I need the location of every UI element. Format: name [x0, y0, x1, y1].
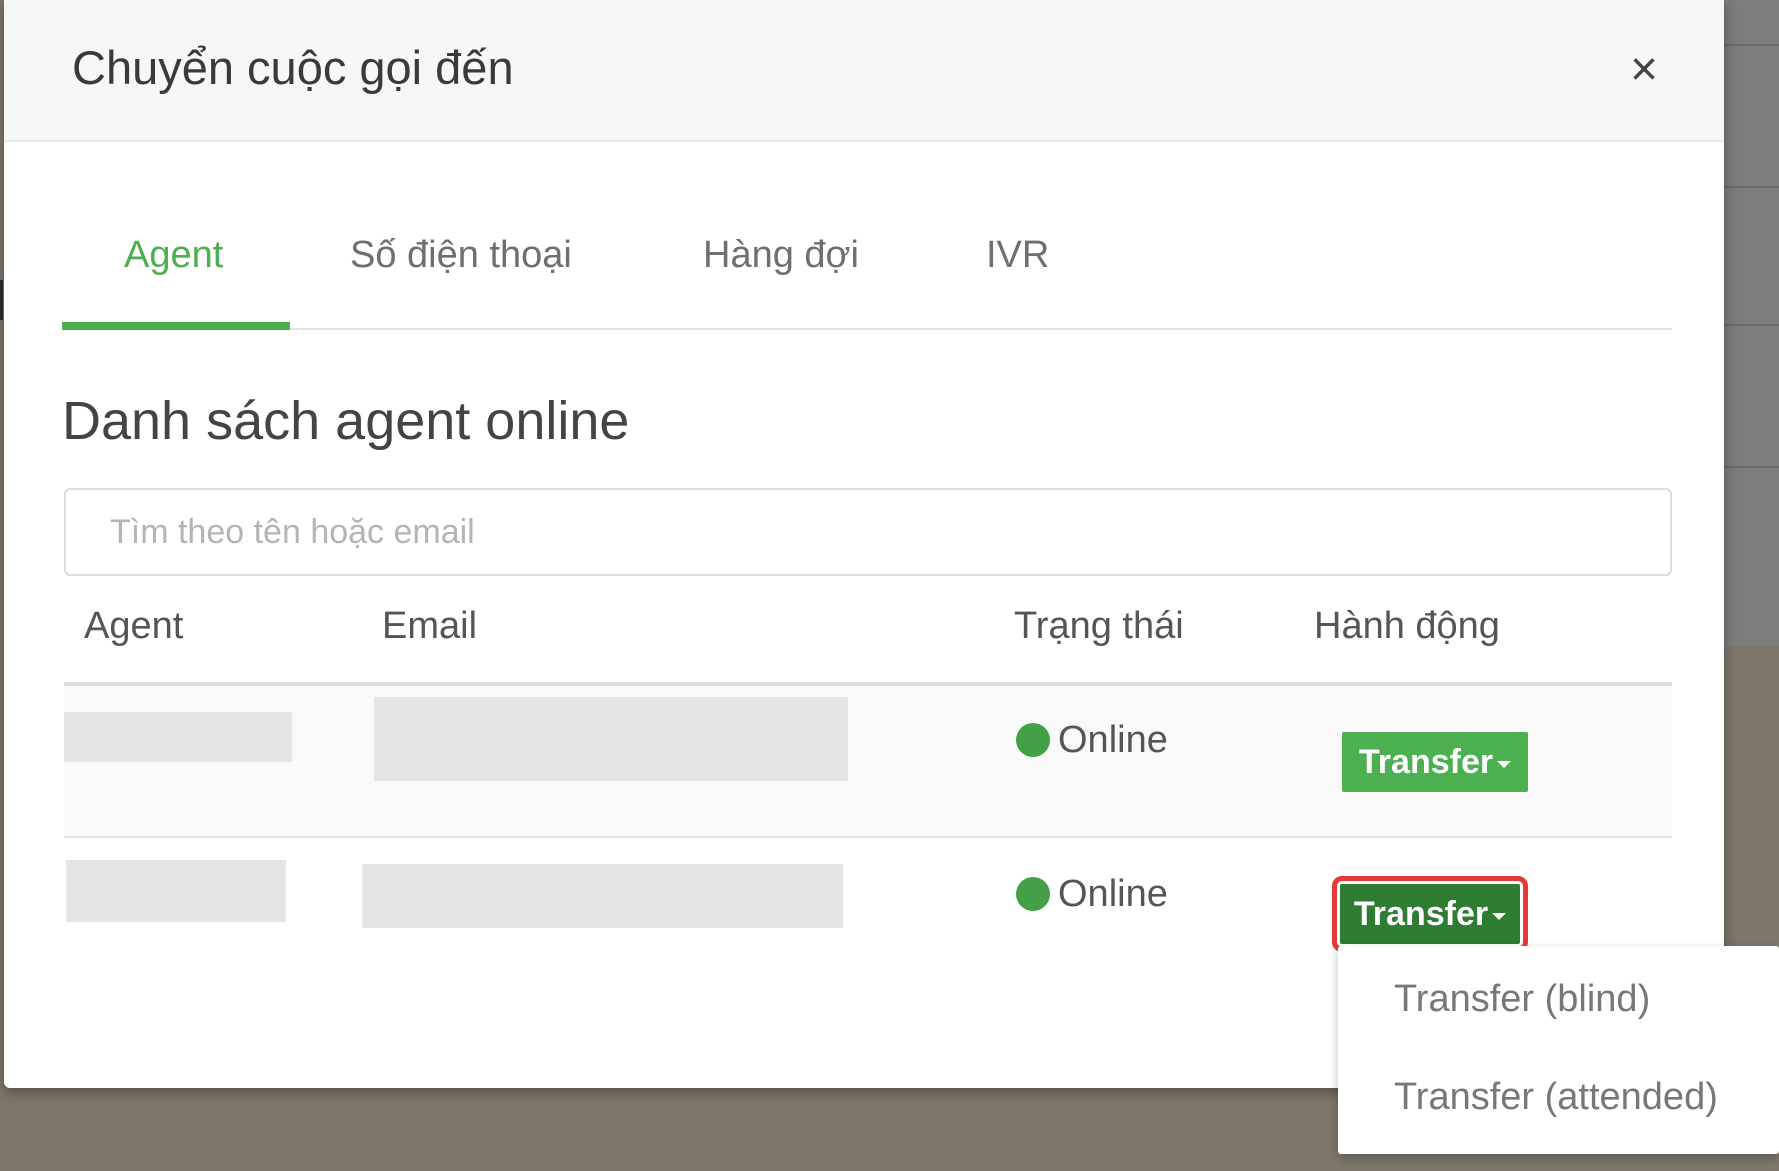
transfer-button-label: Transfer [1358, 743, 1494, 781]
agent-name-redacted [66, 860, 286, 922]
menu-item-transfer-attended[interactable]: Transfer (attended) [1394, 1076, 1718, 1119]
active-tab-indicator [62, 322, 290, 330]
status-label: Online [1058, 873, 1168, 915]
transfer-button-label: Transfer [1353, 895, 1489, 933]
agent-email-redacted [374, 697, 848, 781]
column-header-action: Hành động [1314, 605, 1500, 647]
caret-down-icon [1497, 761, 1512, 768]
transfer-dropdown-menu: Transfer (blind) Transfer (attended) [1338, 946, 1779, 1154]
agent-status: Online [1016, 719, 1168, 762]
modal-header: Chuyển cuộc gọi đến × [4, 0, 1724, 142]
tab-ivr[interactable]: IVR [986, 234, 1049, 277]
background-edge [0, 280, 3, 320]
caret-down-icon [1492, 913, 1507, 920]
agent-name-redacted [64, 712, 292, 762]
tab-agent[interactable]: Agent [124, 234, 223, 277]
background-app [1720, 0, 1779, 646]
menu-item-transfer-blind[interactable]: Transfer (blind) [1394, 978, 1650, 1021]
modal-title: Chuyển cuộc gọi đến [72, 41, 514, 94]
status-dot-icon [1016, 723, 1050, 757]
search-input[interactable] [64, 488, 1672, 576]
tab-bar: Agent Số điện thoại Hàng đợi IVR [62, 220, 1672, 330]
agent-email-redacted [362, 864, 843, 928]
close-icon[interactable]: × [1616, 42, 1672, 98]
status-dot-icon [1016, 877, 1050, 911]
transfer-call-modal: Chuyển cuộc gọi đến × Agent Số điện thoạ… [4, 0, 1724, 1088]
transfer-button[interactable]: Transfer [1342, 732, 1528, 792]
status-label: Online [1058, 719, 1168, 761]
tab-phone-number[interactable]: Số điện thoại [350, 234, 572, 277]
column-header-email: Email [382, 605, 478, 647]
transfer-button-selected[interactable]: Transfer [1332, 876, 1528, 952]
tab-queue[interactable]: Hàng đợi [703, 234, 859, 277]
column-header-agent: Agent [84, 605, 184, 647]
table-row: Online Transfer [64, 686, 1672, 838]
column-header-status: Trạng thái [1014, 605, 1184, 647]
section-title: Danh sách agent online [62, 391, 630, 451]
agent-status: Online [1016, 873, 1168, 916]
